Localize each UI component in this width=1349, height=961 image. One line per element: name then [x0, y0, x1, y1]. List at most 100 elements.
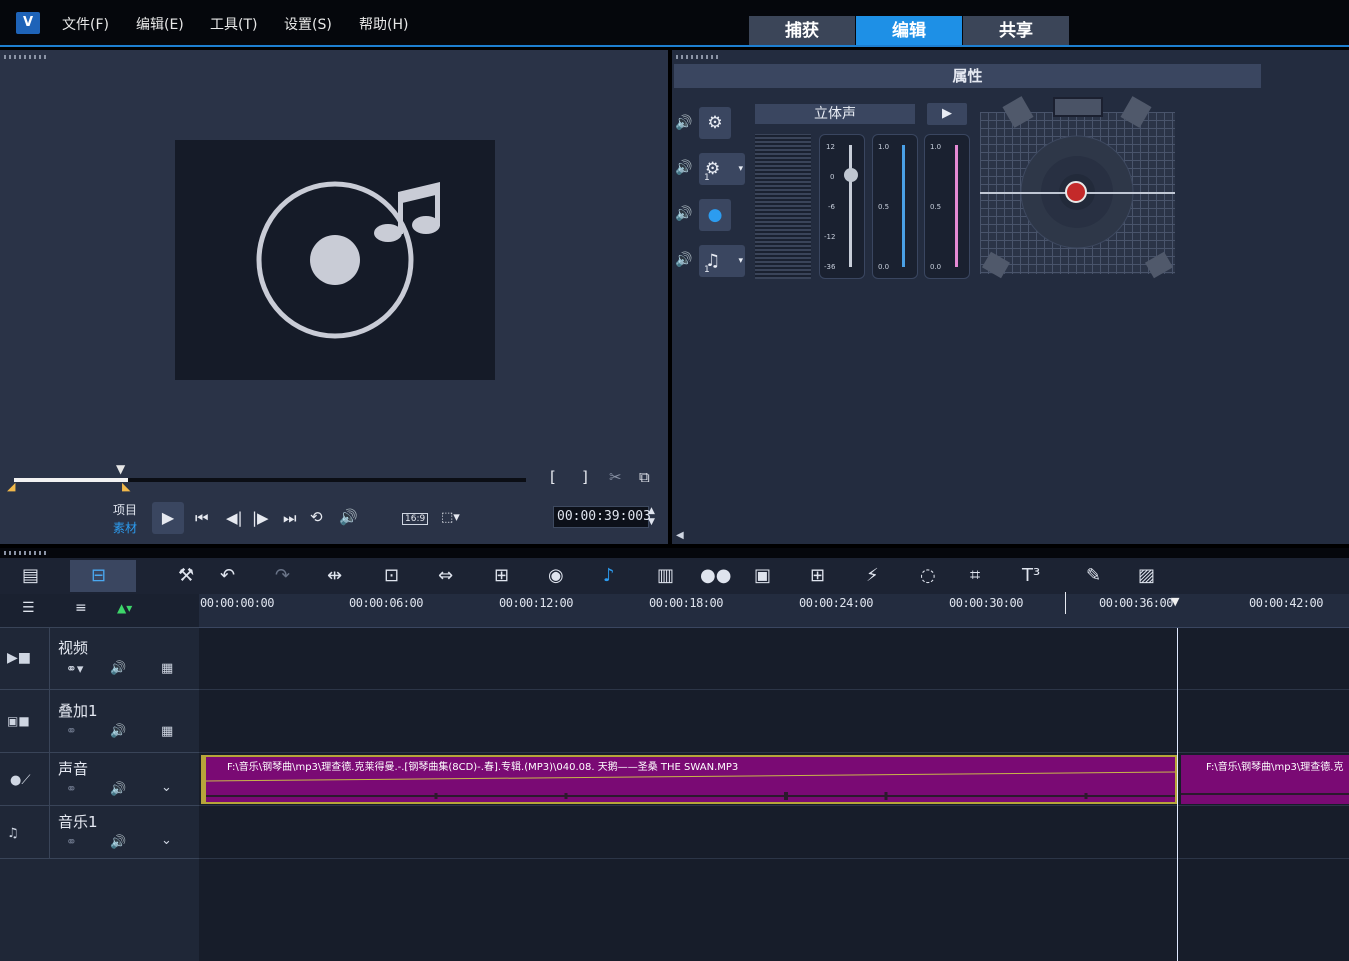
balance-bar [902, 145, 905, 267]
panel-grip[interactable] [4, 55, 48, 59]
voice-track-icon[interactable]: ● [699, 199, 731, 231]
speaker-icon[interactable]: 🔊 [110, 782, 126, 797]
sound-mixer-icon[interactable]: ♪ [603, 565, 615, 586]
menu-edit[interactable]: 编辑(E) [136, 14, 184, 34]
timecode-stepper-icon[interactable]: ▲ ▼ [648, 506, 655, 528]
paint-creator-icon[interactable]: ▨ [1138, 565, 1155, 586]
sub-bar [955, 145, 958, 267]
go-to-end-button[interactable]: ⏭ [283, 509, 297, 527]
mixer-play-button[interactable]: ▶ [927, 103, 967, 125]
link-icon[interactable]: ⚭ [66, 782, 77, 797]
track-name: 叠加1 [58, 702, 98, 720]
split-scissors-icon[interactable]: ✂ [609, 468, 622, 486]
timeline-view-icon[interactable]: ⊟ [91, 565, 106, 586]
clip-mode-label[interactable]: 素材 [113, 519, 137, 536]
speaker-icon[interactable]: 🔊 [675, 160, 692, 176]
music-track-note-icon[interactable]: ♫ 1 ▾ [699, 245, 745, 277]
mark-out-button[interactable]: ] [582, 468, 588, 486]
timecode-display[interactable]: 00:00:39:003 [553, 506, 651, 528]
link-icon[interactable]: ⚭▾ [66, 662, 83, 677]
video-track-reel-icon[interactable]: ⚙ [699, 107, 731, 139]
volume-slider-knob[interactable] [844, 168, 858, 182]
enable-ripple-icon[interactable]: ▲▾ [117, 601, 132, 615]
previous-frame-button[interactable]: ◀| [226, 509, 243, 527]
playhead-line[interactable] [1177, 628, 1178, 961]
track-header-video[interactable]: ▶■ 视频 ⚭▾ 🔊 ▦ [0, 628, 199, 690]
panner-position-handle[interactable] [1065, 181, 1087, 203]
chevron-down-icon[interactable]: ⌄ [161, 780, 172, 795]
track-header-voice[interactable]: ●⟋ 声音 ⚭ 🔊 ⌄ [0, 753, 199, 806]
multi-camera-icon[interactable]: ⊞ [810, 565, 825, 586]
track-manager-icon[interactable]: ☰ [22, 600, 35, 616]
menu-file[interactable]: 文件(F) [62, 14, 109, 34]
trim-icon[interactable]: ⊞ [494, 565, 509, 586]
tab-capture[interactable]: 捕获 [749, 16, 855, 46]
playhead-handle-icon[interactable]: ▼ [1171, 595, 1179, 608]
split-screen-icon[interactable]: ✎ [1086, 565, 1101, 586]
meter-tick: 0.5 [930, 203, 942, 211]
mark-out-handle-icon[interactable]: ◣ [122, 480, 130, 493]
meter-tick: 0 [830, 173, 835, 181]
menu-help[interactable]: 帮助(H) [359, 14, 408, 34]
zoom-fit-icon[interactable]: ⊡ [384, 565, 399, 586]
tab-share[interactable]: 共享 [963, 16, 1069, 46]
motion-track-icon[interactable]: ●● [700, 565, 731, 586]
enlarge-preview-icon[interactable]: ⧉ [639, 468, 650, 486]
speaker-icon[interactable]: 🔊 [675, 206, 692, 222]
add-remove-chapter-icon[interactable]: ≡ [75, 600, 87, 616]
speaker-icon[interactable]: 🔊 [110, 661, 126, 676]
music-disc-icon [256, 181, 440, 339]
change-display-size-icon[interactable]: ⬚▾ [441, 510, 460, 525]
tools-icon[interactable]: ⚒ [178, 565, 194, 586]
mark-in-handle-icon[interactable]: ◢ [7, 480, 15, 493]
speaker-icon[interactable]: 🔊 [110, 835, 126, 850]
record-capture-icon[interactable]: ◉ [548, 565, 564, 586]
track-header-overlay[interactable]: ▣■ 叠加1 ⚭ 🔊 ▦ [0, 690, 199, 753]
ruler-label: 00:00:12:00 [499, 596, 573, 610]
speaker-icon[interactable]: 🔊 [675, 252, 692, 268]
mask-creator-icon[interactable]: ◌ [920, 565, 936, 586]
auto-music-icon[interactable]: ▥ [657, 565, 674, 586]
scrub-handle-icon[interactable]: ▼ [116, 462, 128, 476]
menu-tools[interactable]: 工具(T) [210, 14, 257, 34]
track-header-music[interactable]: ♫ 音乐1 ⚭ 🔊 ⌄ [0, 806, 199, 859]
level-meter [755, 134, 811, 279]
audio-clip[interactable]: F:\音乐\钢琴曲\mp3\理查德.克莱得曼.-.[钢琴曲集(8CD)-.春].… [201, 755, 1177, 804]
volume-icon[interactable]: 🔊 [339, 508, 358, 526]
panel-grip[interactable] [676, 55, 720, 59]
overlay-track-reel-icon[interactable]: ⚙ 1 ▾ [699, 153, 745, 185]
3d-title-icon[interactable]: T³ [1022, 565, 1040, 586]
redo-icon[interactable]: ↷ [275, 565, 290, 586]
checker-icon[interactable]: ▦ [161, 661, 173, 676]
stereo-mode-label[interactable]: 立体声 [755, 104, 915, 124]
pan-zoom-icon[interactable]: ⌗ [970, 565, 980, 586]
tab-edit[interactable]: 编辑 [856, 16, 962, 46]
play-button[interactable]: ▶ [152, 502, 184, 534]
speaker-icon[interactable]: 🔊 [110, 724, 126, 739]
panel-grip[interactable] [4, 551, 48, 555]
checker-icon[interactable]: ▦ [161, 724, 173, 739]
ripple-icon[interactable]: ⇔ [438, 565, 453, 586]
project-mode-label[interactable]: 项目 [113, 501, 137, 518]
menu-settings[interactable]: 设置(S) [284, 14, 332, 34]
repeat-icon[interactable]: ⟲ [310, 508, 323, 526]
aspect-ratio-button[interactable]: 16:9 [402, 513, 429, 525]
storyboard-view-icon[interactable]: ▤ [22, 565, 39, 586]
mark-in-button[interactable]: [ [550, 468, 556, 486]
link-icon[interactable]: ⚭ [66, 835, 77, 850]
ruler-label: 00:00:36:00 [1099, 596, 1173, 610]
audio-waveform [206, 771, 1175, 800]
overlay-track-icon: ▣■ [7, 714, 30, 728]
next-frame-button[interactable]: |▶ [252, 509, 269, 527]
go-to-start-button[interactable]: ⏮ [195, 509, 209, 527]
fit-project-icon[interactable]: ⇹ [327, 565, 342, 586]
speaker-icon[interactable]: 🔊 [675, 115, 692, 131]
time-remapping-icon[interactable]: ⚡ [866, 565, 879, 586]
undo-icon[interactable]: ↶ [220, 565, 235, 586]
collapse-arrow-icon[interactable]: ◀ [676, 530, 684, 541]
link-icon[interactable]: ⚭ [66, 724, 77, 739]
meter-tick: -12 [824, 233, 836, 241]
subtitle-editor-icon[interactable]: ▣ [754, 565, 771, 586]
audio-clip[interactable]: F:\音乐\钢琴曲\mp3\理查德.克 [1181, 755, 1349, 804]
chevron-down-icon[interactable]: ⌄ [161, 833, 172, 848]
